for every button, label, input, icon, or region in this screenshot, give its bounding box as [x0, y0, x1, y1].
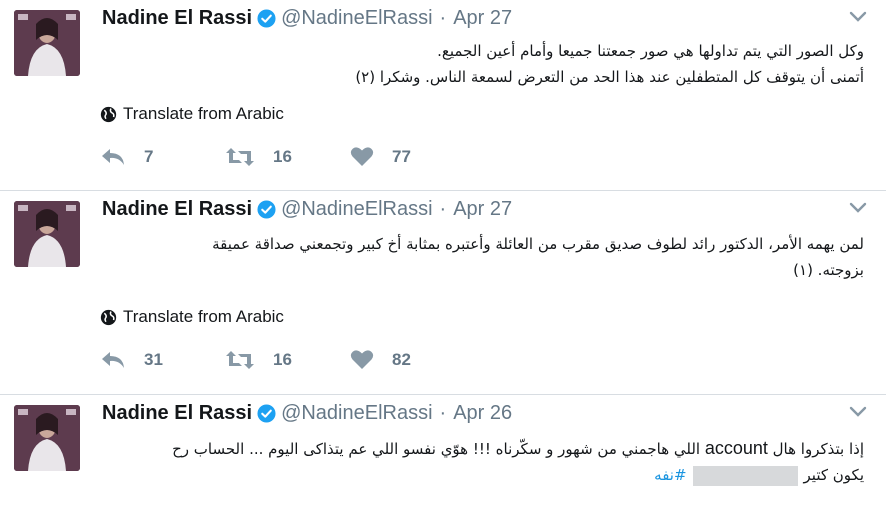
globe-icon — [100, 106, 117, 122]
tweet-text-line: يكون كتير #نفه — [102, 462, 864, 488]
verified-badge-icon — [257, 403, 276, 423]
text-segment: إذا بتذكروا هال — [767, 440, 864, 458]
text-segment: اللي هاجمني من شهور و سكّرناه !!! هوّي ن… — [172, 440, 705, 458]
globe-icon — [100, 309, 117, 325]
tweet-date[interactable]: Apr 27 — [453, 198, 512, 221]
tweet-text: وكل الصور التي يتم تداولها هي صور جمعتنا… — [102, 38, 864, 90]
avatar[interactable] — [14, 10, 80, 76]
like-button[interactable]: 82 — [350, 349, 475, 370]
tweet-date[interactable]: Apr 27 — [453, 7, 512, 30]
reply-count: 7 — [144, 146, 154, 166]
author-handle[interactable]: @NadineElRassi — [281, 402, 432, 425]
author-name[interactable]: Nadine El Rassi — [102, 402, 252, 425]
text-segment: يكون كتير — [803, 466, 864, 484]
hashtag-link[interactable]: #نفه — [654, 466, 686, 484]
retweet-button[interactable]: 16 — [225, 147, 350, 167]
reply-icon — [102, 351, 124, 368]
tweet-text-line: بزوجته. (١) — [793, 261, 864, 279]
separator-dot: · — [439, 197, 447, 220]
retweet-icon — [226, 350, 254, 369]
separator-dot: · — [439, 401, 447, 424]
translate-label: Translate from Arabic — [123, 307, 284, 326]
tweet-text-line: إذا بتذكروا هال account اللي هاجمني من ش… — [102, 435, 864, 462]
author-name[interactable]: Nadine El Rassi — [102, 198, 252, 221]
tweet-text: لمن يهمه الأمر، الدكتور رائد لطوف صديق م… — [102, 231, 864, 283]
reply-button[interactable]: 7 — [100, 147, 225, 167]
reply-count: 31 — [144, 349, 163, 369]
tweet-text-line: أتمنى أن يتوقف كل المتطفلين عند هذا الحد… — [355, 68, 864, 86]
tweet-text-line: وكل الصور التي يتم تداولها هي صور جمعتنا… — [437, 42, 864, 60]
verified-badge-icon — [257, 199, 276, 219]
avatar[interactable] — [14, 201, 80, 267]
tweet[interactable]: Nadine El Rassi @NadineElRassi · Apr 27 … — [0, 0, 886, 191]
tweet-date[interactable]: Apr 26 — [453, 402, 512, 425]
heart-icon — [350, 147, 374, 166]
author-name[interactable]: Nadine El Rassi — [102, 7, 252, 30]
retweet-count: 16 — [273, 349, 292, 369]
translate-label: Translate from Arabic — [123, 104, 284, 123]
avatar[interactable] — [14, 405, 80, 471]
tweet-feed: Nadine El Rassi @NadineElRassi · Apr 27 … — [0, 0, 886, 512]
like-count: 77 — [392, 146, 411, 166]
retweet-icon — [226, 147, 254, 166]
verified-badge-icon — [257, 8, 276, 28]
like-button[interactable]: 77 — [350, 146, 475, 167]
tweet-actions: 7 16 77 — [100, 146, 475, 167]
text-segment-english: account — [704, 438, 768, 458]
redacted-block — [692, 465, 798, 486]
reply-icon — [102, 148, 124, 165]
retweet-button[interactable]: 16 — [225, 350, 350, 370]
tweet[interactable]: Nadine El Rassi @NadineElRassi · Apr 27 … — [0, 191, 886, 395]
like-count: 82 — [392, 349, 411, 369]
tweet-actions: 31 16 82 — [100, 349, 475, 370]
caret-down-icon[interactable] — [848, 201, 868, 215]
retweet-count: 16 — [273, 146, 292, 166]
author-handle[interactable]: @NadineElRassi — [281, 198, 432, 221]
tweet-text: إذا بتذكروا هال account اللي هاجمني من ش… — [102, 435, 864, 488]
caret-down-icon[interactable] — [848, 10, 868, 24]
heart-icon — [350, 350, 374, 369]
tweet-header: Nadine El Rassi @NadineElRassi · Apr 26 — [102, 398, 512, 428]
author-handle[interactable]: @NadineElRassi — [281, 7, 432, 30]
tweet-header: Nadine El Rassi @NadineElRassi · Apr 27 — [102, 194, 512, 224]
translate-link[interactable]: Translate from Arabic — [100, 307, 284, 327]
caret-down-icon[interactable] — [848, 405, 868, 419]
tweet-header: Nadine El Rassi @NadineElRassi · Apr 27 — [102, 3, 512, 33]
separator-dot: · — [439, 6, 447, 29]
translate-link[interactable]: Translate from Arabic — [100, 104, 284, 124]
tweet-text-line: لمن يهمه الأمر، الدكتور رائد لطوف صديق م… — [212, 235, 864, 253]
tweet[interactable]: Nadine El Rassi @NadineElRassi · Apr 26 … — [0, 395, 886, 512]
reply-button[interactable]: 31 — [100, 350, 225, 370]
